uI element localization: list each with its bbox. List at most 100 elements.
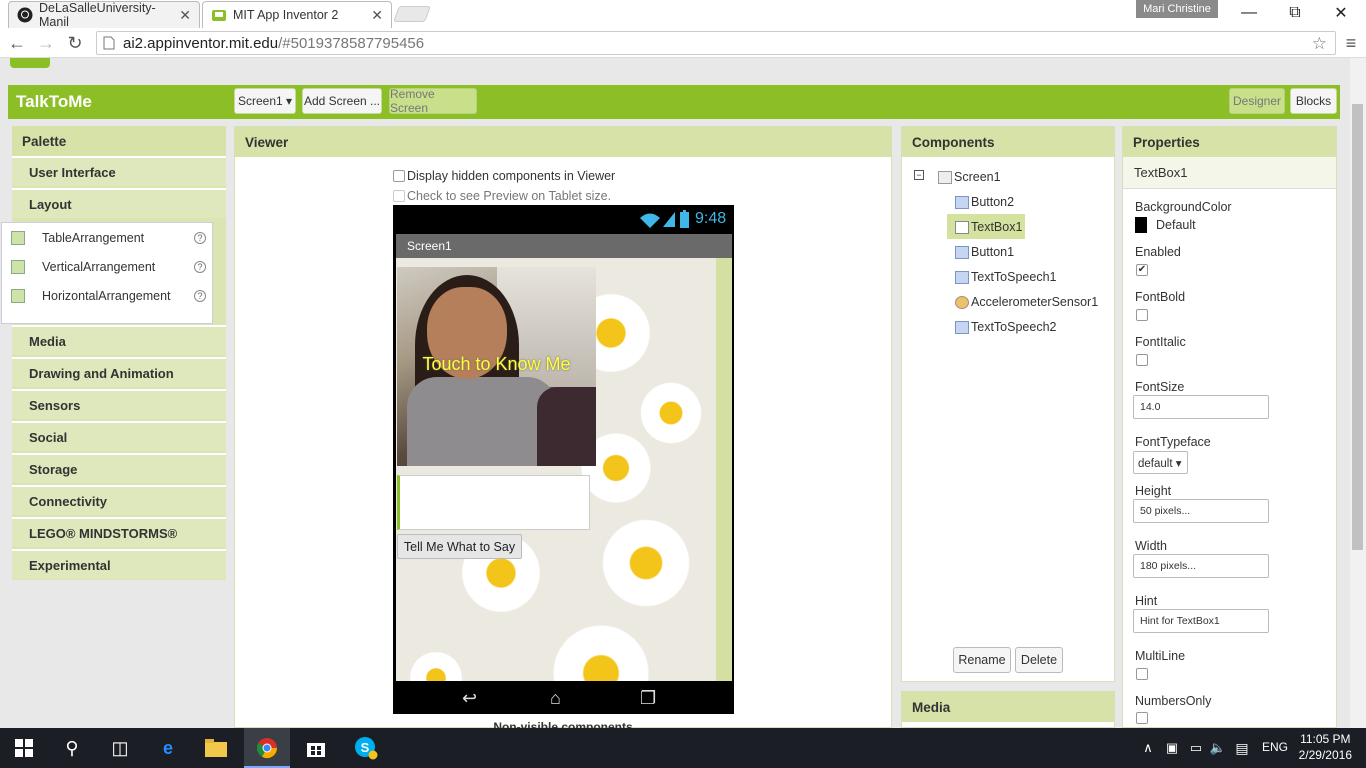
multiline-checkbox[interactable] (1136, 668, 1148, 680)
speech-icon (955, 270, 969, 284)
system-clock[interactable]: 11:05 PM 2/29/2016 (1299, 731, 1352, 763)
svg-text:S: S (361, 740, 370, 755)
help-icon[interactable]: ? (194, 261, 206, 273)
network-icon[interactable]: ▣ (1160, 736, 1184, 760)
minimize-icon[interactable]: — (1226, 0, 1272, 26)
volume-icon[interactable]: 🔈 (1206, 736, 1230, 760)
fontitalic-checkbox[interactable] (1136, 354, 1148, 366)
fontbold-checkbox[interactable] (1136, 309, 1148, 321)
palette-category-media[interactable]: Media (12, 325, 226, 355)
tab-app-inventor[interactable]: MIT App Inventor 2 ✕ (202, 1, 392, 28)
phone-status-bar: 9:48 (394, 207, 733, 233)
width-label: Width (1135, 539, 1167, 553)
restore-icon[interactable]: ⧉ (1272, 0, 1318, 26)
scrollbar-thumb[interactable] (1352, 104, 1363, 550)
nav-home-icon: ⌂ (550, 688, 561, 708)
forward-icon[interactable]: → (35, 32, 57, 54)
file-explorer-icon[interactable] (204, 736, 228, 760)
component-textbox1[interactable]: TextBox1 (955, 217, 1022, 237)
back-icon[interactable]: ← (6, 32, 28, 54)
window-close-icon[interactable]: ✕ (1318, 0, 1364, 26)
hint-input[interactable]: Hint for TextBox1 (1133, 609, 1269, 633)
task-view-icon[interactable]: ◫ (108, 736, 132, 760)
palette-item-label: VerticalArrangement (42, 260, 156, 274)
component-texttospeech1[interactable]: TextToSpeech1 (955, 267, 1056, 287)
tab-title: MIT App Inventor 2 (233, 8, 339, 22)
hidden-components-label: Display hidden components in Viewer (407, 169, 616, 183)
palette-category-social[interactable]: Social (12, 421, 226, 451)
layout-item-list: TableArrangement ? VerticalArrangement ?… (1, 222, 213, 324)
palette-item-horizontalarrangement[interactable]: HorizontalArrangement ? (2, 282, 212, 310)
photo-shirt (407, 377, 557, 466)
component-screen1[interactable]: Screen1 (938, 167, 1001, 187)
palette-item-verticalarrangement[interactable]: VerticalArrangement ? (2, 253, 212, 281)
tablet-preview-option[interactable]: Check to see Preview on Tablet size. (393, 189, 611, 203)
tablet-preview-checkbox[interactable] (393, 190, 405, 202)
windows-start-icon[interactable] (12, 736, 36, 760)
screen-icon (938, 170, 952, 184)
menu-icon[interactable]: ≡ (1340, 32, 1362, 54)
bookmark-star-icon[interactable]: ☆ (1312, 34, 1327, 54)
palette-category-lego[interactable]: LEGO® MINDSTORMS® (12, 517, 226, 547)
palette-category-connectivity[interactable]: Connectivity (12, 485, 226, 515)
color-swatch[interactable] (1135, 217, 1147, 233)
screen-select-dropdown[interactable]: Screen1 ▾ (234, 88, 296, 114)
help-icon[interactable]: ? (194, 290, 206, 302)
numbersonly-checkbox[interactable] (1136, 712, 1148, 724)
delete-button[interactable]: Delete (1015, 647, 1063, 673)
help-icon[interactable]: ? (194, 232, 206, 244)
tab-delasalle[interactable]: DeLaSalleUniversity-Manil ✕ (8, 1, 200, 29)
profile-badge[interactable]: Mari Christine (1136, 0, 1218, 18)
action-center-icon[interactable]: ▤ (1230, 736, 1254, 760)
chrome-icon[interactable] (255, 736, 279, 760)
fonttypeface-dropdown[interactable]: default ▾ (1133, 451, 1188, 474)
reload-icon[interactable]: ↻ (64, 32, 86, 54)
collapse-icon[interactable]: − (914, 170, 924, 180)
designer-button[interactable]: Designer (1229, 88, 1285, 114)
tell-me-button[interactable]: Tell Me What to Say (397, 534, 522, 559)
table-arrangement-icon (11, 231, 25, 245)
new-tab-button[interactable] (393, 6, 431, 22)
palette-item-tablearrangement[interactable]: TableArrangement ? (2, 224, 212, 252)
phone-nav-bar: ↩ ⌂ ❐ (394, 682, 733, 713)
textbox-icon (955, 220, 969, 234)
width-input[interactable]: 180 pixels... (1133, 554, 1269, 578)
height-input[interactable]: 50 pixels... (1133, 499, 1269, 523)
skype-icon[interactable]: S (354, 736, 378, 760)
backgroundcolor-value[interactable]: Default (1156, 218, 1196, 232)
search-icon[interactable]: ⚲ (60, 736, 84, 760)
palette-category-user-interface[interactable]: User Interface (12, 156, 226, 186)
remove-screen-button[interactable]: Remove Screen (389, 87, 477, 115)
palette-category-sensors[interactable]: Sensors (12, 389, 226, 419)
battery-tray-icon[interactable]: ▭ (1184, 736, 1208, 760)
show-hidden-icons[interactable]: ∧ (1136, 736, 1160, 760)
palette-category-drawing[interactable]: Drawing and Animation (12, 357, 226, 387)
button-icon (955, 195, 969, 209)
palette-category-storage[interactable]: Storage (12, 453, 226, 483)
tab-close-icon[interactable]: ✕ (179, 7, 191, 24)
component-button1[interactable]: Button1 (955, 242, 1014, 262)
palette-title: Palette (12, 126, 226, 156)
address-bar[interactable]: ai2.appinventor.mit.edu/#501937858779545… (96, 31, 1336, 55)
palette-category-experimental[interactable]: Experimental (12, 549, 226, 579)
rename-button[interactable]: Rename (953, 647, 1011, 673)
component-accelerometer[interactable]: AccelerometerSensor1 (955, 292, 1098, 312)
add-screen-button[interactable]: Add Screen ... (302, 88, 382, 114)
tab-close-icon[interactable]: ✕ (371, 7, 383, 24)
app-inventor-icon (212, 10, 226, 21)
blocks-button[interactable]: Blocks (1290, 88, 1337, 114)
textbox1-preview[interactable] (397, 475, 590, 530)
edge-icon[interactable]: e (156, 736, 180, 760)
store-icon[interactable] (304, 736, 328, 760)
hidden-components-checkbox[interactable] (393, 170, 405, 182)
hidden-components-option[interactable]: Display hidden components in Viewer (393, 169, 615, 183)
image-button-touch-to-know-me[interactable]: Touch to Know Me (397, 267, 596, 466)
component-button2[interactable]: Button2 (955, 192, 1014, 212)
component-label: TextToSpeech2 (971, 320, 1057, 334)
fontsize-input[interactable]: 14.0 (1133, 395, 1269, 419)
palette-category-layout[interactable]: Layout (12, 188, 226, 218)
component-texttospeech2[interactable]: TextToSpeech2 (955, 317, 1056, 337)
palette-categories-lower: Media Drawing and Animation Sensors Soci… (12, 325, 226, 580)
enabled-checkbox[interactable]: ✔ (1136, 264, 1148, 276)
language-indicator[interactable]: ENG (1262, 740, 1288, 754)
